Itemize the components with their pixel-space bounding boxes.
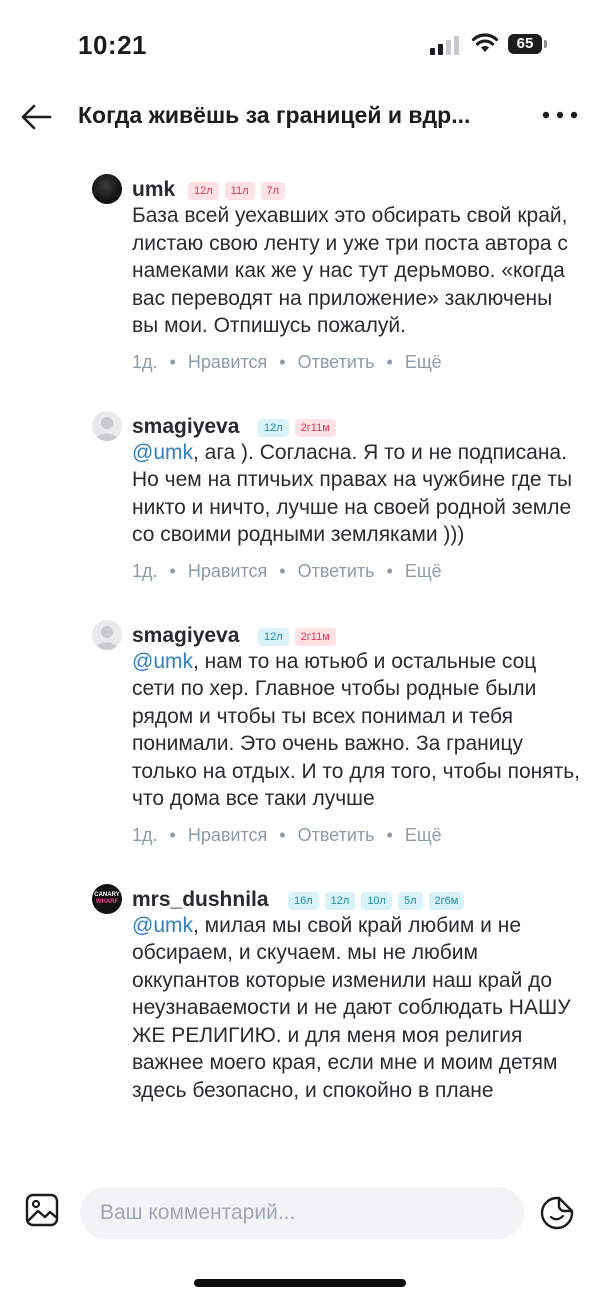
comment-header: CANARY WHARF mrs_dushnila 16л 12л 10л 5л… (0, 872, 600, 914)
header: Когда живёшь за границей и вдр... (0, 90, 600, 146)
comment-age: 1д. (132, 351, 158, 372)
comment-body: , ага ). Согласна. Я то и не подписана. … (132, 440, 573, 547)
avatar[interactable] (92, 174, 122, 204)
comment-body: База всей уехавших это обсирать свой кра… (132, 204, 568, 337)
tenure-badge: 11л (224, 182, 255, 200)
comment-text: База всей уехавших это обсирать свой кра… (132, 202, 582, 340)
more-button[interactable]: Ещё (405, 561, 442, 582)
comment-header: umk 12л 11л 7л (0, 162, 600, 204)
comment-list[interactable]: umk 12л 11л 7л База всей уехавших это об… (0, 162, 600, 1182)
comment-age: 1д. (132, 824, 158, 845)
like-button[interactable]: Нравится (188, 352, 267, 373)
tenure-badge: 16л (288, 891, 319, 910)
comment-actions: 1д. • Нравится • Ответить • Ещё (132, 560, 442, 582)
tenure-badge: 12л (258, 627, 289, 646)
avatar[interactable] (92, 410, 122, 441)
battery-icon: 65 (508, 34, 550, 56)
comment-text: @umk, милая мы свой край любим и не обси… (132, 912, 582, 1105)
comment-item: umk 12л 11л 7л База всей уехавших это об… (0, 162, 600, 373)
comment-input[interactable] (80, 1187, 524, 1239)
tenure-badge: 10л (361, 891, 392, 910)
reply-button[interactable]: Ответить (298, 352, 375, 373)
comment-body: , милая мы свой край любим и не обсираем… (132, 913, 571, 1102)
badge-group: 12л 11л 7л (188, 182, 286, 200)
signal-icon (430, 36, 459, 55)
tenure-badge: 7л (260, 182, 286, 200)
status-time: 10:21 (78, 30, 147, 60)
comment-item: smagiyeva 12л 2г11м @umk, нам то на ютью… (0, 608, 600, 846)
username[interactable]: umk (132, 178, 175, 202)
page-title: Когда живёшь за границей и вдр... (78, 102, 471, 128)
badge-group: 12л 2г11м (258, 627, 336, 646)
mention-link[interactable]: @umk (132, 650, 193, 673)
mention-link[interactable]: @umk (132, 914, 193, 937)
battery-tip (544, 40, 547, 48)
tenure-badge: 2г11м (294, 627, 336, 646)
comment-body: , нам то на ютьюб и остальные соц сети п… (132, 649, 581, 811)
more-button[interactable]: Ещё (405, 352, 442, 373)
username[interactable]: mrs_dushnila (132, 888, 269, 912)
back-arrow-icon[interactable] (16, 96, 58, 138)
comment-actions: 1д. • Нравится • Ответить • Ещё (132, 351, 442, 373)
status-bar: 10:21 65 (0, 0, 600, 90)
comment-item: CANARY WHARF mrs_dushnila 16л 12л 10л 5л… (0, 872, 600, 1105)
battery-level: 65 (508, 34, 542, 54)
avatar-logo-text: WHARF (95, 898, 119, 905)
tenure-badge: 12л (324, 891, 356, 910)
wifi-icon (471, 33, 499, 52)
comment-text: @umk, нам то на ютьюб и остальные соц се… (132, 648, 582, 813)
reply-button[interactable]: Ответить (298, 825, 375, 846)
comment-age: 1д. (132, 560, 158, 581)
tenure-badge: 2г11м (294, 418, 336, 437)
comment-header: smagiyeva 12л 2г11м (0, 608, 600, 650)
user-placeholder-icon (95, 416, 119, 441)
home-indicator[interactable] (194, 1279, 406, 1287)
more-button[interactable]: Ещё (405, 825, 442, 846)
user-placeholder-icon (95, 625, 119, 650)
sticker-icon[interactable] (538, 1194, 576, 1232)
like-button[interactable]: Нравится (188, 825, 267, 846)
comment-actions: 1д. • Нравится • Ответить • Ещё (132, 824, 442, 846)
like-button[interactable]: Нравится (188, 561, 267, 582)
tenure-badge: 5л (397, 891, 423, 910)
image-icon[interactable] (24, 1192, 60, 1228)
tenure-badge: 12л (258, 418, 289, 437)
reply-button[interactable]: Ответить (298, 561, 375, 582)
username[interactable]: smagiyeva (132, 415, 239, 439)
comment-text: @umk, ага ). Согласна. Я то и не подписа… (132, 439, 582, 549)
comment-item: smagiyeva 12л 2г11м @umk, ага ). Согласн… (0, 399, 600, 582)
avatar-logo-text: CANARY (94, 891, 120, 898)
comment-header: smagiyeva 12л 2г11м (0, 399, 600, 441)
badge-group: 16л 12л 10л 5л 2г6м (288, 891, 465, 910)
mention-link[interactable]: @umk (132, 441, 193, 464)
avatar[interactable] (92, 619, 122, 650)
tenure-badge: 2г6м (428, 891, 465, 910)
avatar[interactable]: CANARY WHARF (92, 883, 122, 914)
comment-composer (0, 1182, 600, 1252)
tenure-badge: 12л (188, 182, 219, 200)
username[interactable]: smagiyeva (132, 624, 239, 648)
badge-group: 12л 2г11м (258, 418, 336, 437)
more-dots-icon[interactable] (540, 102, 580, 128)
